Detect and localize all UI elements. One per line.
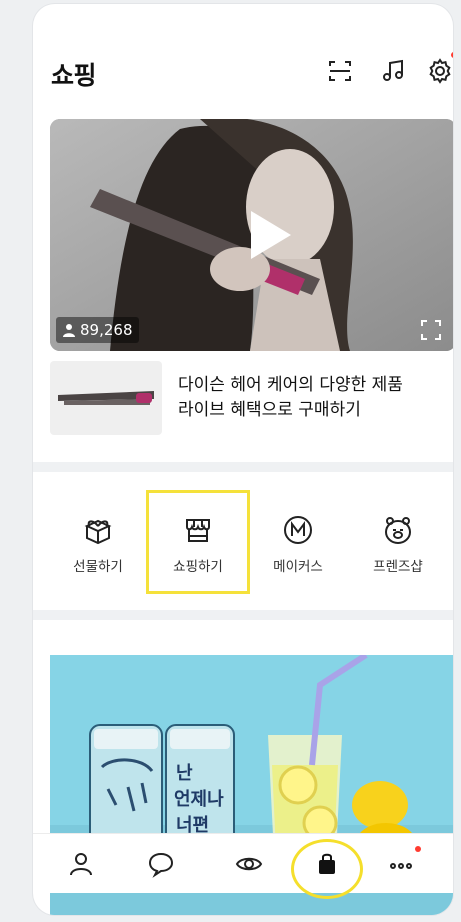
fullscreen-icon[interactable] [420,319,442,341]
scan-icon[interactable] [325,56,355,86]
product-thumbnail [50,361,162,435]
product-line-1: 다이슨 헤어 케어의 다양한 제품 [178,375,403,395]
viewer-count-badge: 89,268 [56,317,139,343]
shopping-menu: 선물하기 쇼핑하기 메이커스 프렌즈샵 [33,484,453,604]
play-icon[interactable] [237,205,297,265]
header: 쇼핑 [33,4,453,114]
page-title: 쇼핑 [51,61,97,90]
music-icon[interactable] [379,56,409,86]
viewer-count: 89,268 [80,321,133,339]
can-text-2: 언제나 [174,789,224,810]
can-text-1: 난 [176,763,193,784]
view-icon [235,857,263,871]
menu-label: 쇼핑하기 [173,559,223,575]
makers-icon [284,516,312,544]
notification-dot [415,846,421,852]
section-divider [33,462,453,472]
settings-icon[interactable] [425,52,453,86]
chat-icon [148,852,174,878]
menu-item-friends-shop[interactable]: 프렌즈샵 [353,514,443,575]
live-product[interactable]: 다이슨 헤어 케어의 다양한 제품 라이브 혜택으로 구매하기 [50,361,453,435]
store-icon [186,519,210,542]
person-icon [70,853,92,876]
section-divider [33,610,453,620]
nav-chat[interactable] [145,848,177,880]
product-description: 다이슨 헤어 케어의 다양한 제품 라이브 혜택으로 구매하기 [178,373,403,423]
friends-shop-icon [385,517,411,544]
bottom-navigation [33,833,453,893]
phone-screen: 쇼핑 89,268 다이슨 헤어 케어의 다양한 제품 라이브 혜택으로 구매하… [33,4,453,915]
nav-view[interactable] [233,848,265,880]
nav-more[interactable] [385,846,421,880]
menu-item-shopping[interactable]: 쇼핑하기 [153,514,243,575]
product-line-2: 라이브 혜택으로 구매하기 [178,400,361,420]
person-icon [63,324,75,337]
menu-label: 선물하기 [73,559,123,575]
menu-label: 프렌즈샵 [373,559,423,575]
notification-dot [451,52,453,58]
more-icon [390,863,412,869]
highlight-circle [291,839,363,899]
menu-label: 메이커스 [273,559,323,575]
live-video[interactable]: 89,268 [50,119,453,351]
menu-item-makers[interactable]: 메이커스 [253,514,343,575]
gift-icon [84,519,112,545]
menu-item-gift[interactable]: 선물하기 [53,514,143,575]
nav-friends[interactable] [65,848,97,880]
